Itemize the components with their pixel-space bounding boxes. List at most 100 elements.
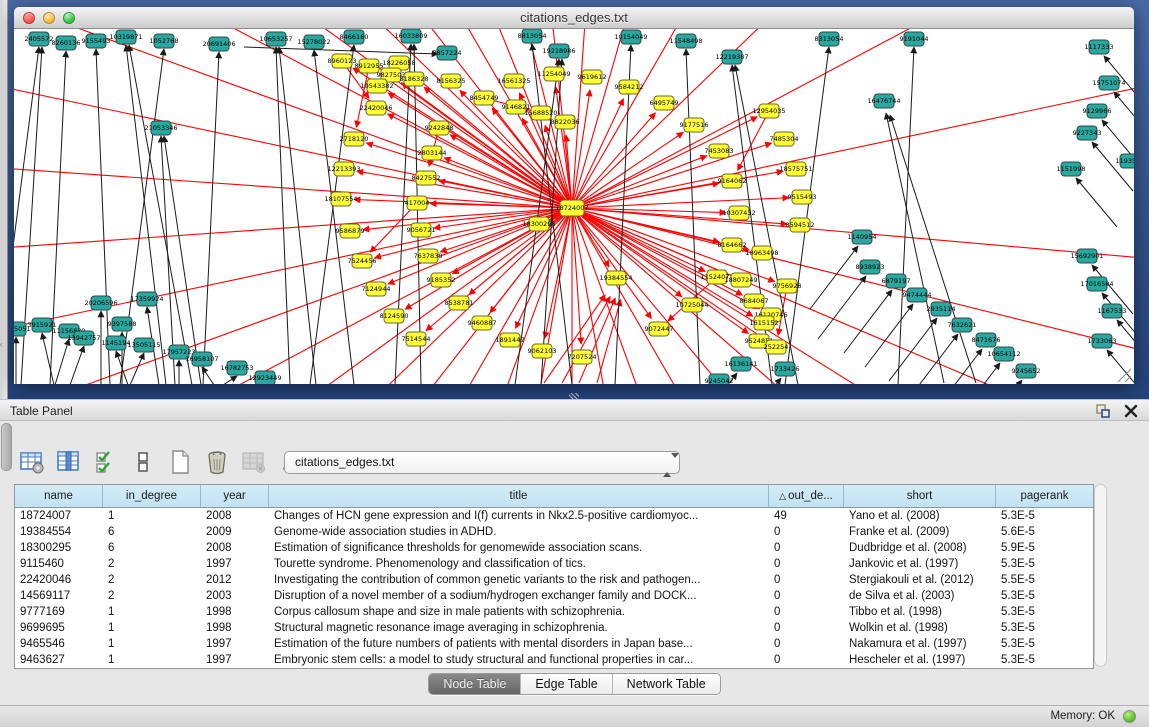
graph-node[interactable]: 2935114 [927, 302, 956, 316]
select-columns-icon[interactable] [92, 448, 120, 476]
graph-node[interactable]: 9129966 [1083, 104, 1112, 118]
graph-node[interactable]: 1140954 [848, 230, 877, 244]
create-column-icon[interactable] [166, 448, 194, 476]
graph-node[interactable]: 7485304 [770, 132, 799, 146]
graph-node[interactable]: 22420046 [359, 101, 392, 115]
graph-node[interactable]: 1193544 [1116, 154, 1134, 168]
table-row[interactable]: 977716911998Corpus callosum shape and si… [15, 604, 1093, 620]
graph-node[interactable]: 6495749 [650, 96, 679, 110]
graph-node[interactable]: 12954035 [752, 104, 785, 118]
graph-node[interactable]: 9056721 [407, 223, 436, 237]
window-titlebar[interactable]: citations_edges.txt [14, 7, 1134, 29]
graph-node[interactable]: 8813054 [518, 29, 547, 43]
graph-node[interactable]: 18107554 [324, 192, 357, 206]
column-header-year[interactable]: year [201, 485, 269, 507]
table-row[interactable]: 969969511998Structural magnetic resonanc… [15, 620, 1093, 636]
graph-node[interactable]: 7857224 [433, 46, 462, 60]
graph-node[interactable]: 1615152 [750, 316, 779, 330]
graph-node[interactable]: 252254 [764, 340, 789, 354]
graph-node[interactable]: 9242848 [425, 121, 454, 135]
graph-node[interactable]: 8960123 [328, 54, 357, 68]
graph-node[interactable]: 8164662 [718, 238, 747, 252]
graph-node[interactable]: 15692901 [1070, 249, 1103, 263]
graph-node[interactable]: 8471676 [972, 333, 1001, 347]
graph-node[interactable]: 10307432 [722, 206, 755, 220]
graph-node[interactable]: 9177516 [680, 118, 709, 132]
tab-network-table[interactable]: Network Table [613, 674, 720, 694]
graph-node[interactable]: 18575751 [779, 162, 812, 176]
graph-node[interactable]: 8313054 [815, 32, 844, 46]
table-row[interactable]: 1456911722003Disruption of a novel membe… [15, 588, 1093, 604]
graph-node[interactable]: 19384554 [599, 271, 632, 285]
graph-node[interactable]: 12923449 [248, 371, 281, 384]
table-row[interactable]: 1830029562008Estimation of significance … [15, 540, 1093, 556]
graph-node[interactable]: 9397588 [108, 317, 137, 331]
graph-node[interactable]: 8186328 [400, 72, 429, 86]
graph-node[interactable]: 7514544 [402, 332, 431, 346]
column-header-short[interactable]: short [844, 485, 996, 507]
graph-node[interactable]: 13505115 [127, 338, 160, 352]
table-row[interactable]: 1872400712008Changes of HCN gene express… [15, 508, 1093, 524]
graph-node[interactable]: 19218986 [542, 44, 575, 58]
table-row[interactable]: 946362711997Embryonic stem cells: a mode… [15, 652, 1093, 668]
graph-node[interactable]: 9619612 [578, 70, 607, 84]
graph-node[interactable]: 9584212 [615, 80, 644, 94]
tab-node-table[interactable]: Node Table [429, 674, 521, 694]
graph-node[interactable]: 8466160 [340, 30, 369, 44]
graph-node[interactable]: 10654112 [987, 347, 1020, 361]
graph-node[interactable]: 9474444 [903, 288, 932, 302]
table-scrollbar-track[interactable] [1094, 484, 1107, 667]
graph-node[interactable]: 2803144 [418, 146, 447, 160]
graph-node[interactable]: 11548498 [669, 34, 702, 48]
float-panel-icon[interactable] [1095, 403, 1111, 419]
graph-node[interactable]: 17359924 [130, 292, 163, 306]
graph-node[interactable]: 8454749 [470, 91, 499, 105]
graph-node[interactable]: 12219387 [715, 50, 748, 64]
graph-node[interactable]: 20691406 [202, 37, 235, 51]
column-header-name[interactable]: name [15, 485, 103, 507]
graph-node[interactable]: 1167533 [1098, 304, 1127, 318]
graph-node[interactable]: 9245652 [1012, 364, 1041, 378]
graph-node[interactable]: 16476744 [867, 94, 900, 108]
table-selector-dropdown[interactable]: citations_edges.txt [284, 451, 680, 474]
graph-node[interactable]: 8427552 [412, 171, 441, 185]
table-mode-icon[interactable] [18, 448, 46, 476]
row-height-icon[interactable] [129, 448, 157, 476]
graph-node[interactable]: 12213393 [327, 162, 360, 176]
citation-network-graph[interactable]: 8960123891295518226058982750381863281054… [14, 29, 1134, 384]
graph-node[interactable]: 9185352 [427, 273, 456, 287]
close-panel-icon[interactable] [1123, 403, 1139, 419]
graph-node[interactable]: 7524456 [348, 254, 377, 268]
graph-node[interactable]: 9062103 [528, 344, 557, 358]
graph-node-hub[interactable]: 18724007 [555, 200, 588, 216]
graph-node[interactable]: 8156325 [437, 74, 466, 88]
graph-node[interactable]: 1151998 [1057, 162, 1086, 176]
graph-node[interactable]: 11254049 [537, 67, 570, 81]
graph-node[interactable]: 16136141 [724, 357, 757, 371]
graph-node[interactable]: 9756928 [773, 279, 802, 293]
graph-node[interactable]: 15278022 [297, 35, 330, 49]
graph-node[interactable]: 1733426 [771, 362, 800, 376]
delete-column-icon[interactable] [203, 448, 231, 476]
column-header-title[interactable]: title [269, 485, 769, 507]
graph-node[interactable]: 8822036 [551, 115, 580, 129]
graph-node[interactable]: 1117333 [1085, 40, 1114, 54]
graph-node[interactable]: 9164062 [718, 174, 747, 188]
graph-node[interactable]: 7124944 [362, 282, 391, 296]
table-row[interactable]: 946554611997Estimation of the future num… [15, 636, 1093, 652]
graph-node[interactable]: 8938923 [856, 260, 885, 274]
graph-node[interactable]: 9191044 [900, 32, 929, 46]
graph-node[interactable]: 9515493 [788, 190, 817, 204]
graph-node[interactable]: 417004 [405, 196, 430, 210]
network-canvas[interactable]: 8960123891295518226058982750381863281054… [14, 29, 1134, 384]
graph-node[interactable]: 7637839 [414, 249, 443, 263]
tab-edge-table[interactable]: Edge Table [521, 674, 612, 694]
graph-node[interactable]: 9155493 [82, 34, 111, 48]
graph-node[interactable]: 2405572 [25, 32, 54, 46]
graph-node[interactable]: 8594512 [786, 218, 815, 232]
graph-node[interactable]: 9245042 [705, 374, 734, 384]
graph-node[interactable]: 8684067 [740, 294, 769, 308]
table-row[interactable]: 911546021997Tourette syndrome. Phenomeno… [15, 556, 1093, 572]
graph-node[interactable]: 1733063 [1088, 334, 1117, 348]
graph-node[interactable]: 8538781 [445, 296, 474, 310]
